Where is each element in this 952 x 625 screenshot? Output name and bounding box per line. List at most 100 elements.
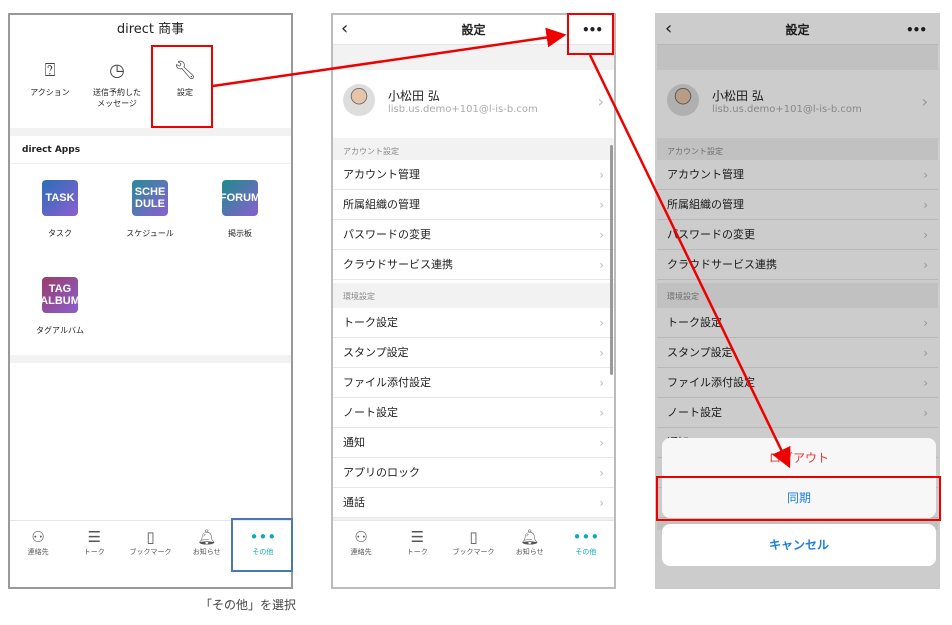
settings-row[interactable]: アカウント管理 › — [333, 160, 614, 190]
tab-label: 連絡先 — [350, 548, 372, 556]
cancel-button[interactable]: キャンセル — [662, 524, 936, 566]
app-掲示板[interactable]: FORUM 掲示板 — [205, 180, 275, 239]
tab-label: お知らせ — [515, 548, 544, 556]
bell-icon: 🔔︎ — [197, 528, 217, 546]
app-label: 掲示板 — [228, 229, 252, 238]
app-icon: TAG ALBUM — [40, 277, 80, 313]
tab-chat[interactable]: ☰ トーク — [389, 521, 445, 572]
settings-row[interactable]: ファイル添付設定 › — [333, 368, 614, 398]
avatar — [343, 84, 375, 116]
row-label: パスワードの変更 — [343, 228, 431, 241]
app-タグアルバム[interactable]: TAG ALBUM タグアルバム — [25, 277, 95, 336]
row-label: ファイル添付設定 — [343, 376, 431, 389]
tab-label: トーク — [406, 548, 428, 556]
bell-icon: 🔔︎ — [520, 528, 540, 546]
chevron-right-icon: › — [599, 406, 604, 420]
tab-bookmark[interactable]: ▯ ブックマーク — [445, 521, 501, 572]
scheduled-label: 送信予約した メッセージ — [93, 88, 141, 108]
profile-name: 小松田 弘 — [388, 89, 440, 103]
settings-row[interactable]: ノート設定 › — [333, 398, 614, 428]
chat-icon: ☰ — [410, 528, 425, 546]
tab-label: トーク — [83, 548, 105, 556]
settings-row[interactable]: クラウドサービス連携 › — [333, 250, 614, 280]
app-label: タグアルバム — [36, 326, 84, 335]
tab-person[interactable]: ⚇ 連絡先 — [333, 521, 389, 572]
apps-title: direct Apps — [22, 145, 81, 155]
settings-row[interactable]: 通知 › — [333, 428, 614, 458]
row-label: アカウント管理 — [343, 168, 420, 181]
settings-row[interactable]: アプリのロック › — [333, 458, 614, 488]
chevron-right-icon: › — [599, 198, 604, 212]
tab-bookmark[interactable]: ▯ ブックマーク — [122, 521, 178, 572]
row-label: スタンプ設定 — [343, 346, 409, 359]
highlight-more — [567, 13, 614, 55]
app-label: タスク — [48, 229, 72, 238]
row-label: アプリのロック — [343, 466, 420, 479]
section-account: アカウント設定 — [333, 138, 614, 160]
tab-label: ブックマーク — [452, 548, 495, 556]
scrollbar[interactable] — [610, 145, 613, 375]
app-label: スケジュール — [126, 229, 174, 238]
more-dots-icon: ••• — [572, 528, 600, 546]
clock-message-icon: ◷ — [109, 60, 125, 81]
chevron-right-icon: › — [599, 316, 604, 330]
chevron-right-icon: › — [599, 168, 604, 182]
highlight-settings — [151, 45, 213, 128]
bookmark-icon: ▯ — [469, 528, 478, 546]
chevron-right-icon: › — [599, 346, 604, 360]
person-icon: ⚇ — [31, 528, 45, 546]
tab-label: その他 — [575, 548, 597, 556]
tab-bell[interactable]: 🔔︎ お知らせ — [502, 521, 558, 572]
app-icon: SCHE DULE — [132, 180, 168, 216]
chevron-right-icon: › — [599, 466, 604, 480]
chat-icon: ☰ — [87, 528, 102, 546]
logout-button[interactable]: ログアウト — [662, 438, 936, 478]
tab-label: お知らせ — [192, 548, 221, 556]
chevron-right-icon: › — [599, 228, 604, 242]
caption: 「その他」を選択 — [200, 598, 297, 612]
tab-bar: ⚇ 連絡先 ☰ トーク ▯ ブックマーク 🔔︎ お知らせ ••• その他 — [333, 520, 614, 572]
profile-email: lisb.us.demo+101@l-is-b.com — [388, 104, 538, 115]
divider — [10, 355, 291, 363]
row-label: クラウドサービス連携 — [343, 258, 453, 271]
chevron-right-icon: › — [597, 92, 604, 111]
person-icon: ⚇ — [354, 528, 368, 546]
app-スケジュール[interactable]: SCHE DULE スケジュール — [115, 180, 185, 239]
settings-row[interactable]: トーク設定 › — [333, 308, 614, 338]
tab-more-dots[interactable]: ••• その他 — [558, 521, 614, 572]
bookmark-icon: ▯ — [146, 528, 155, 546]
chevron-right-icon: › — [599, 496, 604, 510]
action-label: アクション — [30, 88, 70, 97]
row-label: 通知 — [343, 436, 365, 449]
tab-chat[interactable]: ☰ トーク — [66, 521, 122, 572]
row-label: 所属組織の管理 — [343, 198, 420, 211]
scheduled-messages-button[interactable]: ◷ 送信予約した メッセージ — [82, 55, 152, 109]
org-title: direct 商事 — [116, 22, 185, 37]
settings-row[interactable]: 所属組織の管理 › — [333, 190, 614, 220]
settings-row[interactable]: 通話 › — [333, 488, 614, 518]
action-button[interactable]: ⍰ アクション — [15, 55, 85, 98]
highlight-other-tab — [231, 518, 293, 572]
profile-row[interactable]: 小松田 弘 lisb.us.demo+101@l-is-b.com › — [333, 70, 614, 130]
row-label: 通話 — [343, 496, 365, 509]
tab-bell[interactable]: 🔔︎ お知らせ — [179, 521, 235, 572]
settings-row[interactable]: パスワードの変更 › — [333, 220, 614, 250]
row-label: ノート設定 — [343, 406, 398, 419]
app-タスク[interactable]: TASK タスク — [25, 180, 95, 239]
chevron-right-icon: › — [599, 258, 604, 272]
back-icon[interactable]: ‹ — [341, 15, 348, 43]
divider — [10, 128, 291, 136]
tab-label: ブックマーク — [129, 548, 172, 556]
tab-label: 連絡先 — [27, 548, 49, 556]
divider — [10, 163, 291, 164]
row-label: トーク設定 — [343, 316, 398, 329]
tab-person[interactable]: ⚇ 連絡先 — [10, 521, 66, 572]
chevron-right-icon: › — [599, 436, 604, 450]
settings-row[interactable]: スタンプ設定 › — [333, 338, 614, 368]
chevron-right-icon: › — [599, 376, 604, 390]
app-icon: TASK — [42, 180, 78, 216]
section-env: 環境設定 — [333, 283, 614, 308]
action-check-icon: ⍰ — [44, 60, 56, 81]
app-icon: FORUM — [220, 180, 260, 216]
highlight-sync — [656, 476, 941, 521]
